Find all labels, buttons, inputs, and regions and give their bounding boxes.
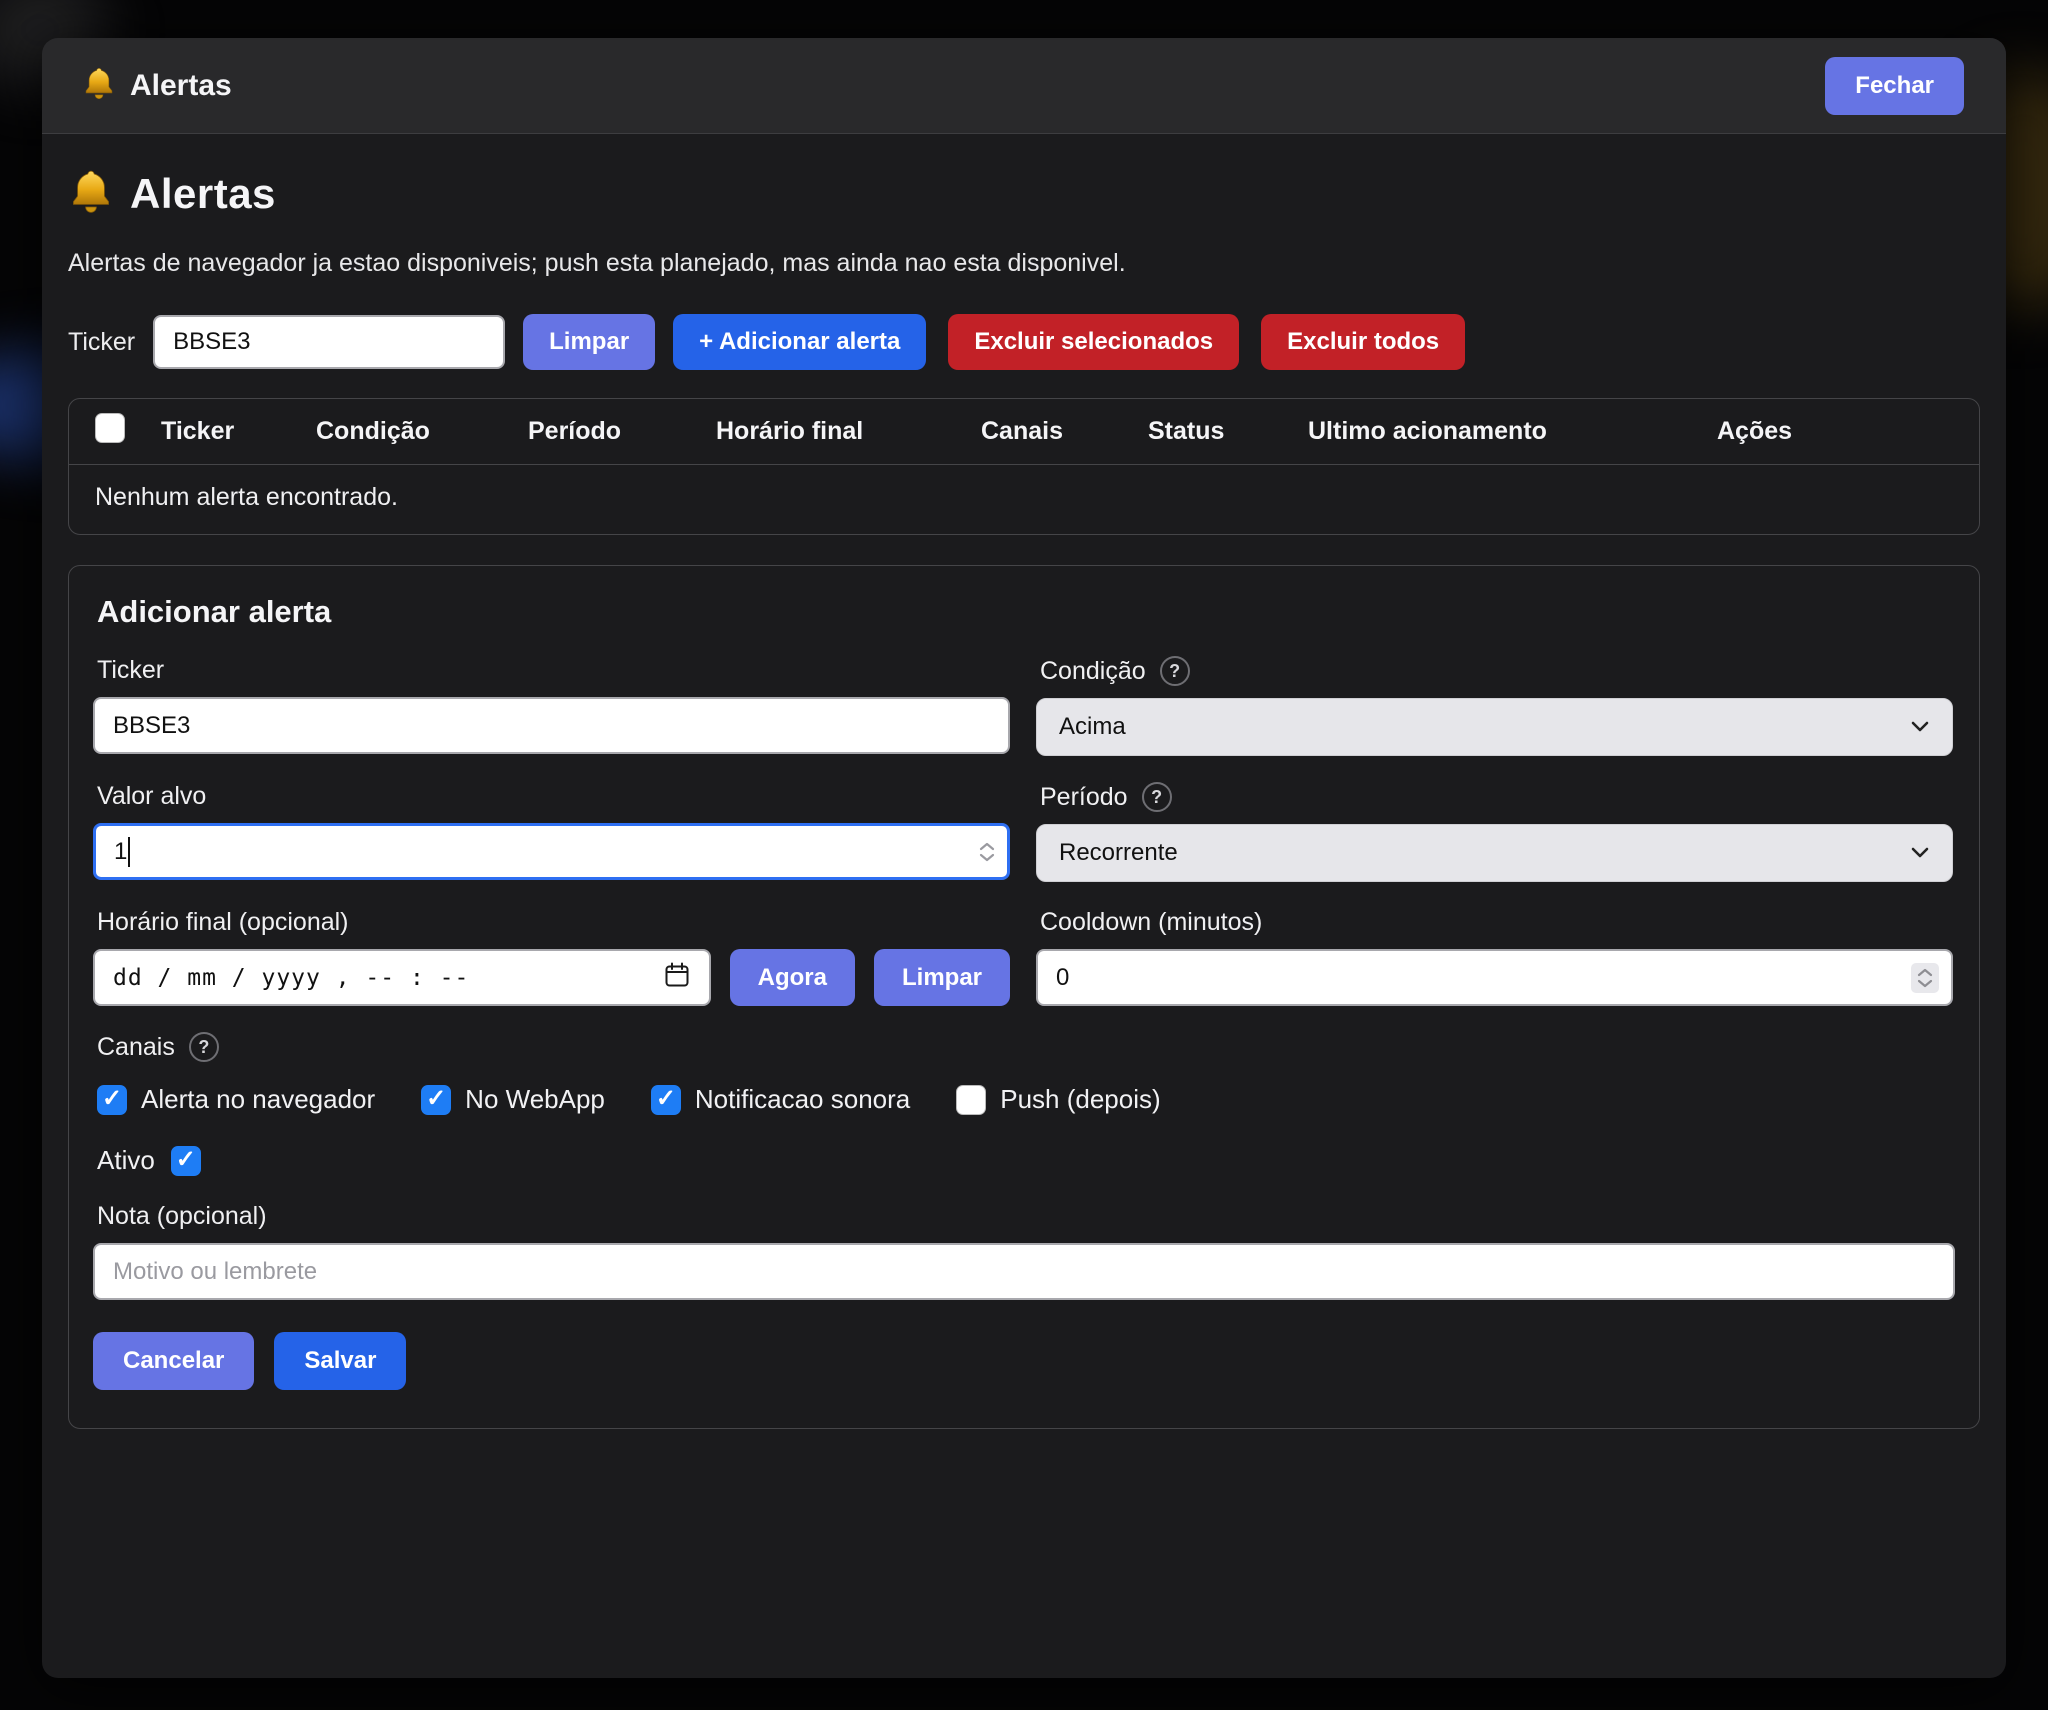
number-stepper[interactable] xyxy=(979,841,995,863)
channels-label: Canais xyxy=(97,1033,175,1062)
cooldown-label: Cooldown (minutos) xyxy=(1040,908,1262,937)
table-header-row: Ticker Condição Período Horário final Ca… xyxy=(69,399,1979,465)
end-time-input[interactable]: dd / mm / yyyy , -- : -- xyxy=(93,949,711,1006)
target-value-input[interactable]: 1 xyxy=(93,823,1010,880)
end-time-label: Horário final (opcional) xyxy=(97,908,349,937)
delete-selected-button[interactable]: Excluir selecionados xyxy=(948,314,1239,370)
clear-filter-button[interactable]: Limpar xyxy=(523,314,655,370)
calendar-icon[interactable] xyxy=(663,961,691,995)
alerts-table: Ticker Condição Período Horário final Ca… xyxy=(68,398,1980,535)
active-toggle[interactable]: Ativo ✓ xyxy=(97,1145,1955,1176)
page-title: Alertas xyxy=(68,168,1980,219)
modal-title: Alertas xyxy=(130,69,232,103)
page-title-text: Alertas xyxy=(130,170,276,218)
bell-icon xyxy=(82,66,116,105)
chevron-down-icon xyxy=(1910,839,1930,867)
checkbox[interactable]: ✓ xyxy=(651,1085,681,1115)
chevron-down-icon xyxy=(1910,713,1930,741)
active-checkbox[interactable]: ✓ xyxy=(171,1146,201,1176)
period-help-icon[interactable]: ? xyxy=(1142,782,1172,812)
column-last-trigger: Ultimo acionamento xyxy=(1308,417,1717,446)
column-condition: Condição xyxy=(316,417,528,446)
checkbox[interactable]: ✓ xyxy=(421,1085,451,1115)
channel-sound[interactable]: ✓ Notificacao sonora xyxy=(651,1084,910,1115)
number-stepper[interactable] xyxy=(1911,963,1939,993)
period-select[interactable]: Recorrente xyxy=(1036,824,1953,882)
bell-icon xyxy=(68,168,114,219)
save-button[interactable]: Salvar xyxy=(274,1332,406,1390)
channels-group: ✓ Alerta no navegador ✓ No WebApp ✓ Noti… xyxy=(97,1084,1955,1115)
cooldown-input[interactable]: 0 xyxy=(1036,949,1953,1006)
ticker-filter-input[interactable]: BBSE3 xyxy=(153,315,505,369)
empty-state-message: Nenhum alerta encontrado. xyxy=(69,465,1979,534)
form-title: Adicionar alerta xyxy=(97,594,1955,630)
note-label: Nota (opcional) xyxy=(97,1202,267,1231)
checkbox[interactable] xyxy=(956,1085,986,1115)
column-status: Status xyxy=(1148,417,1308,446)
form-ticker-input[interactable]: BBSE3 xyxy=(93,697,1010,754)
clear-end-time-button[interactable]: Limpar xyxy=(874,949,1010,1006)
select-all-checkbox[interactable] xyxy=(95,413,125,443)
checkbox[interactable]: ✓ xyxy=(97,1085,127,1115)
column-ticker: Ticker xyxy=(161,417,316,446)
active-label: Ativo xyxy=(97,1145,155,1176)
condition-help-icon[interactable]: ? xyxy=(1160,656,1190,686)
channel-push[interactable]: Push (depois) xyxy=(956,1084,1160,1115)
channel-browser-alert[interactable]: ✓ Alerta no navegador xyxy=(97,1084,375,1115)
text-caret xyxy=(128,837,130,867)
modal-header: Alertas Fechar xyxy=(42,38,2006,134)
alerts-modal: Alertas Fechar Alertas Alertas de navega… xyxy=(42,38,2006,1678)
ticker-label: Ticker xyxy=(68,328,135,357)
column-period: Período xyxy=(528,417,716,446)
channel-webapp[interactable]: ✓ No WebApp xyxy=(421,1084,605,1115)
close-button[interactable]: Fechar xyxy=(1825,57,1964,115)
page-description: Alertas de navegador ja estao disponivei… xyxy=(68,249,1980,278)
delete-all-button[interactable]: Excluir todos xyxy=(1261,314,1465,370)
column-channels: Canais xyxy=(981,417,1148,446)
condition-label: Condição xyxy=(1040,657,1146,686)
now-button[interactable]: Agora xyxy=(730,949,855,1006)
toolbar: Ticker BBSE3 Limpar + Adicionar alerta E… xyxy=(68,314,1980,370)
form-ticker-label: Ticker xyxy=(97,656,164,685)
column-end-time: Horário final xyxy=(716,417,981,446)
note-input[interactable]: Motivo ou lembrete xyxy=(93,1243,1955,1300)
target-value-label: Valor alvo xyxy=(97,782,206,811)
channels-help-icon[interactable]: ? xyxy=(189,1032,219,1062)
cancel-button[interactable]: Cancelar xyxy=(93,1332,254,1390)
column-actions: Ações xyxy=(1717,417,1792,446)
add-alert-form: Adicionar alerta Ticker BBSE3 Condição ? xyxy=(68,565,1980,1429)
add-alert-button[interactable]: + Adicionar alerta xyxy=(673,314,926,370)
condition-select[interactable]: Acima xyxy=(1036,698,1953,756)
period-label: Período xyxy=(1040,783,1128,812)
